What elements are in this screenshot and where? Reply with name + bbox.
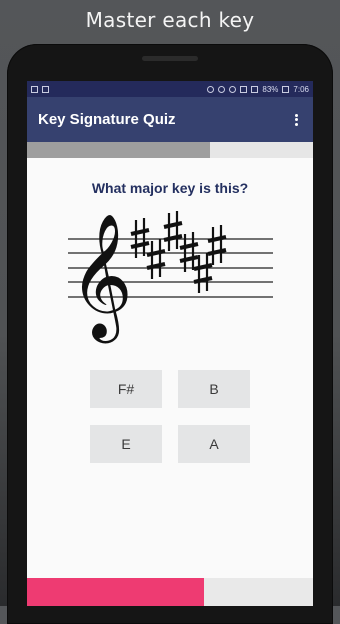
- answer-button[interactable]: E: [90, 425, 162, 463]
- timer-progress-bar: [27, 578, 313, 606]
- promo-caption: Master each key: [85, 8, 255, 32]
- answer-button[interactable]: A: [178, 425, 250, 463]
- phone-speaker: [142, 56, 198, 61]
- app-screen: 83% 7:06 Key Signature Quiz What major k…: [27, 81, 313, 606]
- answer-button[interactable]: B: [178, 370, 250, 408]
- key-signature-staff: 𝄞: [68, 211, 273, 343]
- sharp-symbol: [207, 225, 227, 265]
- sharp-symbol: [179, 232, 199, 272]
- timer-progress-fill: [27, 578, 205, 606]
- sharp-symbol: [163, 211, 183, 251]
- treble-clef-icon: 𝄞: [69, 213, 133, 343]
- sharp-symbol: [146, 239, 166, 279]
- answer-button[interactable]: F#: [90, 370, 162, 408]
- sharp-symbol: [130, 218, 150, 258]
